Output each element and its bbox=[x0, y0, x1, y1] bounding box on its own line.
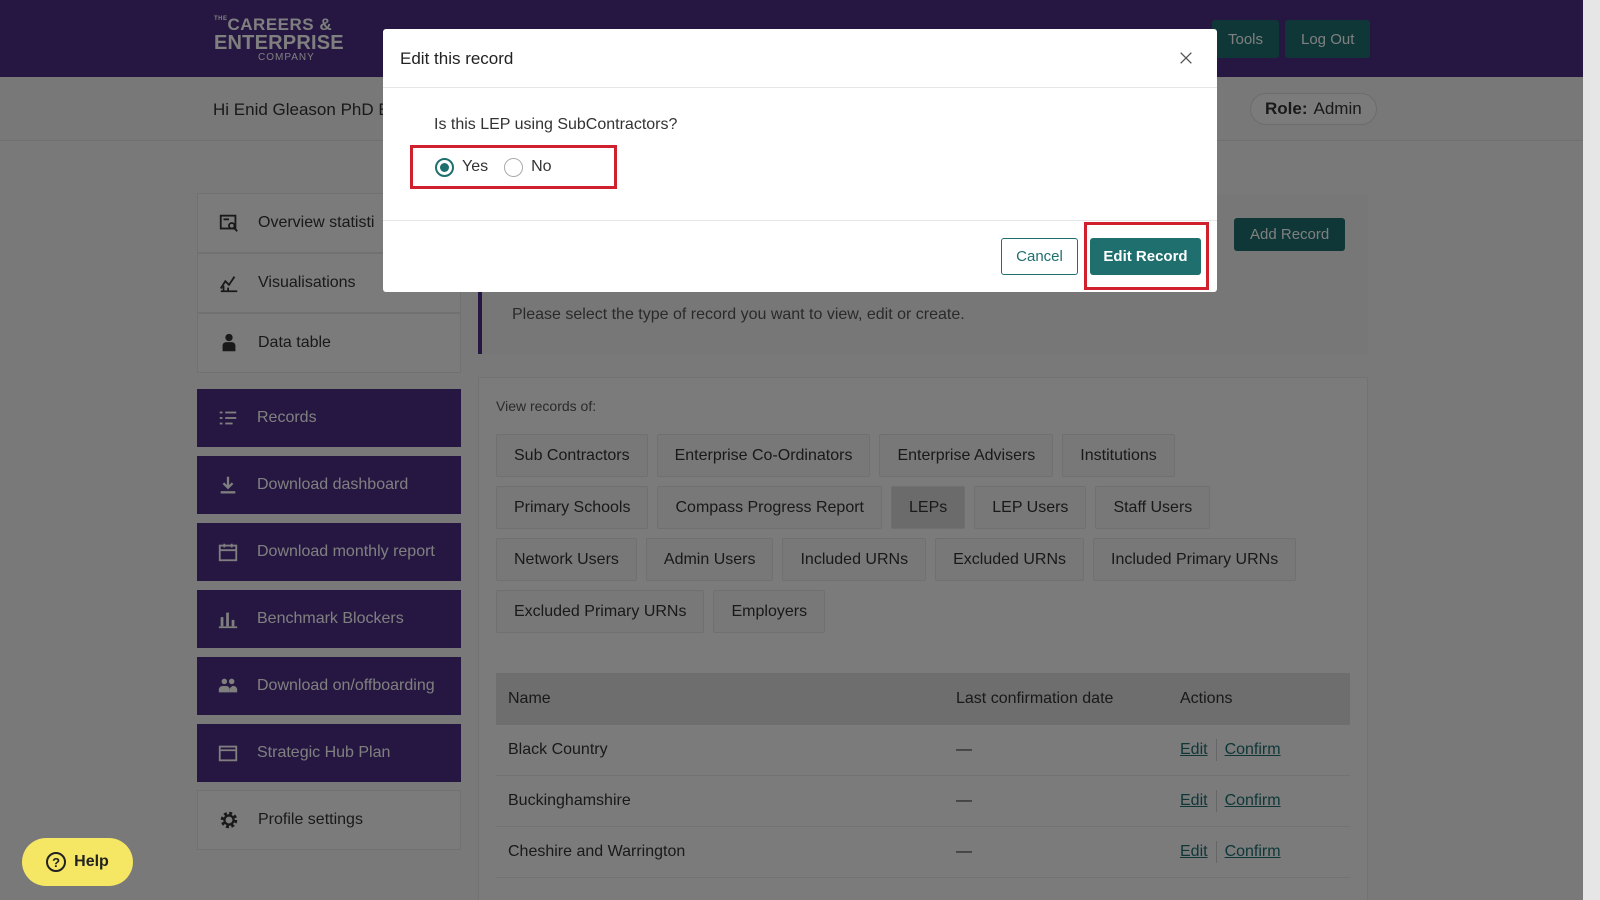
modal-title: Edit this record bbox=[400, 49, 514, 68]
radio-no-circle[interactable] bbox=[504, 157, 524, 177]
radio-no[interactable]: No bbox=[504, 157, 552, 177]
radio-yes-circle[interactable] bbox=[435, 157, 454, 177]
modal-footer-divider bbox=[383, 220, 1217, 221]
cancel-button[interactable]: Cancel bbox=[1001, 238, 1078, 275]
subcontractors-radio-group: Yes No bbox=[410, 145, 617, 189]
modal-header: Edit this record bbox=[383, 29, 1217, 88]
edit-record-button[interactable]: Edit Record bbox=[1090, 238, 1201, 275]
help-button[interactable]: ? Help bbox=[22, 838, 133, 886]
edit-record-modal: Edit this record Is this LEP using SubCo… bbox=[383, 29, 1217, 292]
close-icon[interactable] bbox=[1175, 47, 1197, 69]
subcontractors-question: Is this LEP using SubContractors? bbox=[434, 116, 678, 133]
help-label: Help bbox=[74, 853, 109, 870]
question-icon: ? bbox=[46, 852, 67, 872]
radio-yes-label: Yes bbox=[462, 158, 489, 175]
radio-yes[interactable]: Yes bbox=[435, 157, 489, 177]
radio-no-label: No bbox=[531, 158, 552, 175]
page-scrollbar[interactable] bbox=[1583, 0, 1600, 900]
